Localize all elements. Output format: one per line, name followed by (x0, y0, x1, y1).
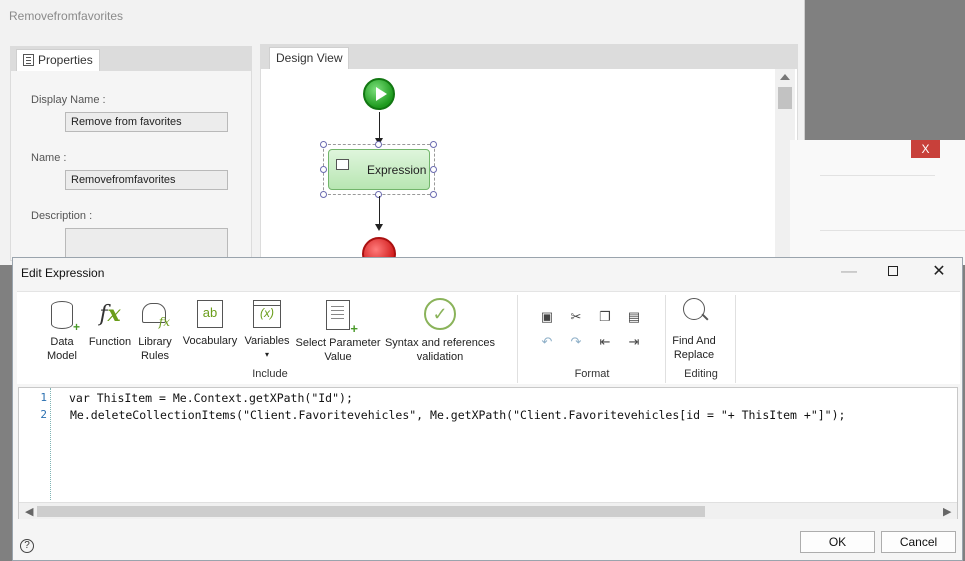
group-separator (517, 295, 518, 383)
redo-icon[interactable]: ↷ (568, 334, 584, 350)
background-close-button[interactable]: X (911, 140, 940, 158)
cancel-button[interactable]: Cancel (881, 531, 956, 553)
group-separator (735, 295, 736, 383)
select-parameter-value-button[interactable]: Select Parameter Value (295, 300, 381, 364)
parameter-icon (326, 300, 358, 336)
line-number: 2 (40, 408, 47, 421)
expression-node[interactable]: Expression (328, 149, 430, 190)
resize-handle[interactable] (320, 166, 327, 173)
chevron-down-icon: ▾ (264, 350, 269, 359)
variables-icon: (x) (253, 300, 281, 328)
code-line[interactable]: var ThisItem = Me.Context.getXPath("Id")… (69, 391, 353, 405)
cut-icon[interactable]: ✂ (568, 309, 584, 325)
background-dialog (790, 140, 965, 265)
find-and-replace-button[interactable]: Find And Replace (669, 298, 719, 362)
resize-handle[interactable] (320, 191, 327, 198)
connector-line (379, 196, 380, 226)
properties-tabstrip: Properties (11, 47, 251, 71)
indent-icon[interactable]: ⇥ (626, 334, 642, 350)
divider (820, 175, 935, 176)
outdent-icon[interactable]: ⇤ (597, 334, 613, 350)
format-group-label: Format (574, 368, 610, 380)
undo-icon[interactable]: ↶ (539, 334, 555, 350)
resize-handle[interactable] (430, 191, 437, 198)
resize-handle[interactable] (320, 141, 327, 148)
paste-icon[interactable]: ▤ (626, 309, 642, 325)
scroll-thumb[interactable] (778, 87, 792, 109)
resize-handle[interactable] (430, 141, 437, 148)
code-editor[interactable]: 1 2 var ThisItem = Me.Context.getXPath("… (18, 387, 958, 519)
workflow-start-node[interactable] (363, 78, 395, 110)
description-label: Description : (31, 210, 93, 222)
save-icon[interactable]: ▣ (539, 309, 555, 325)
resize-handle[interactable] (375, 141, 382, 148)
vocabulary-icon: ab (197, 300, 223, 328)
tab-properties[interactable]: Properties (16, 49, 100, 71)
display-name-field[interactable]: Remove from favorites (65, 112, 228, 132)
close-button[interactable]: ✕ (916, 258, 962, 286)
find-replace-icon (679, 298, 709, 328)
scroll-right-icon[interactable]: ▶ (943, 505, 951, 518)
ribbon: Data Model fx Function Library Rules ab … (17, 291, 960, 384)
minimize-button[interactable]: — (826, 258, 872, 286)
divider (820, 230, 965, 231)
syntax-validation-button[interactable]: ✓ Syntax and references validation (383, 298, 497, 364)
library-rules-icon (140, 299, 170, 329)
connector-line (379, 112, 380, 140)
connector-arrow (375, 224, 383, 231)
maximize-button[interactable] (870, 258, 916, 286)
display-name-label: Display Name : (31, 94, 106, 106)
database-icon (51, 301, 80, 334)
dialog-title: Edit Expression (21, 266, 105, 280)
help-icon[interactable]: ? (20, 539, 34, 553)
scroll-up-icon[interactable] (780, 74, 790, 80)
editing-group-label: Editing (684, 368, 718, 380)
properties-panel: Properties Display Name : Remove from fa… (10, 46, 252, 262)
ok-button[interactable]: OK (800, 531, 875, 553)
window-title: Removefromfavorites (9, 9, 124, 23)
variables-button[interactable]: (x) Variables ▾ (241, 300, 293, 362)
line-number-gutter (19, 388, 51, 500)
scroll-thumb[interactable] (37, 506, 705, 517)
code-line[interactable]: Me.deleteCollectionItems("Client.Favorit… (70, 408, 845, 422)
maximize-icon (888, 266, 898, 276)
function-icon: fx (99, 301, 121, 327)
expression-node-icon (336, 159, 349, 170)
vocabulary-button[interactable]: ab Vocabulary (179, 300, 241, 348)
function-button[interactable]: fx Function (83, 299, 137, 349)
editor-horizontal-scrollbar[interactable]: ◀ ▶ (19, 502, 957, 519)
scroll-left-icon[interactable]: ◀ (25, 505, 33, 518)
design-tabstrip: Design View (261, 45, 797, 69)
library-rules-button[interactable]: Library Rules (135, 299, 175, 363)
check-icon: ✓ (424, 298, 456, 330)
background-window: Removefromfavorites Properties Display N… (0, 0, 805, 271)
tab-design-view[interactable]: Design View (269, 47, 350, 69)
expression-node-label: Expression (367, 163, 427, 177)
resize-handle[interactable] (430, 166, 437, 173)
group-separator (665, 295, 666, 383)
name-field[interactable]: Removefromfavorites (65, 170, 228, 190)
line-number: 1 (40, 391, 47, 404)
include-group-label: Include (252, 368, 288, 380)
data-model-button[interactable]: Data Model (37, 301, 87, 363)
name-label: Name : (31, 152, 67, 164)
edit-expression-dialog: Edit Expression — ✕ Data Model fx Functi… (12, 257, 963, 561)
copy-icon[interactable]: ❐ (597, 309, 613, 325)
properties-icon (23, 54, 34, 66)
design-view-panel: Design View Expression (260, 44, 798, 271)
